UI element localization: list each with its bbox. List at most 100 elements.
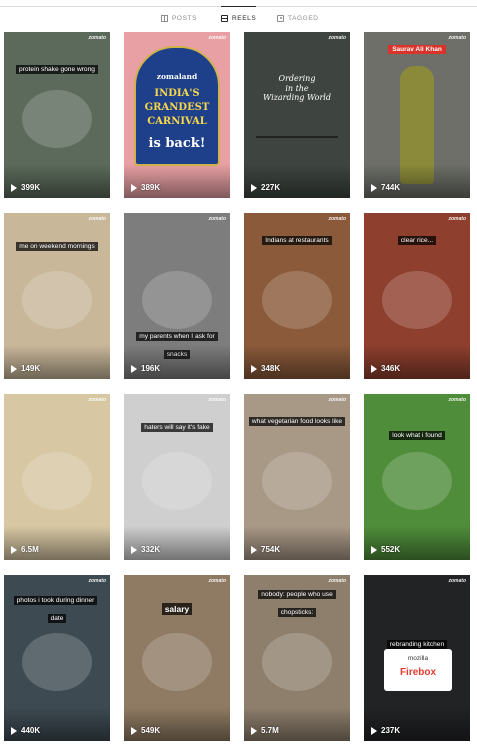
view-count: 744K <box>371 183 400 192</box>
reel-tile[interactable]: haters will say it's fake zomato 332K <box>124 394 230 560</box>
shop-sign-line: Ordering <box>278 74 316 83</box>
view-count: 348K <box>251 364 280 373</box>
brand-watermark: zomato <box>448 578 467 584</box>
view-count: 5.7M <box>251 726 279 735</box>
view-count-text: 332K <box>141 545 161 554</box>
reel-caption-text: clear rice... <box>397 236 437 245</box>
reel-caption-text: rebranding kitchen <box>386 640 448 649</box>
reel-tile[interactable]: zomato 6.5M <box>4 394 110 560</box>
poster-text: zomaland <box>156 72 198 81</box>
food-plate <box>262 271 332 329</box>
tab-reels[interactable]: REELS <box>221 6 257 30</box>
name-tag: Saurav Ali Khan <box>364 45 470 54</box>
food-plate <box>142 271 212 329</box>
bottom-gradient <box>124 345 230 379</box>
reel-tile[interactable]: Ordering in the Wizarding World zomato 227K <box>244 32 350 198</box>
view-count-text: 149K <box>21 364 41 373</box>
reel-caption-text: photos i took during dinner date <box>13 596 98 623</box>
bottom-gradient <box>4 345 110 379</box>
reel-tile[interactable]: nobody: people who use chopsticks: zomato… <box>244 575 350 741</box>
play-icon <box>11 364 17 373</box>
view-count-text: 399K <box>21 183 41 192</box>
bottom-gradient <box>124 526 230 560</box>
view-count-text: 196K <box>141 364 161 373</box>
view-count: 196K <box>131 364 160 373</box>
reel-tile[interactable]: Indians at restaurants zomato 348K <box>244 213 350 379</box>
tab-tagged-label: TAGGED <box>288 14 319 22</box>
profile-tabs: POSTS REELS TAGGED <box>0 6 477 30</box>
view-count-text: 389K <box>141 183 161 192</box>
display-shelf <box>256 136 338 138</box>
reel-tile[interactable]: zomaland INDIA'S GRANDEST CARNIVAL is back! z… <box>124 32 230 198</box>
view-count-text: 348K <box>261 364 281 373</box>
food-plate <box>262 452 332 510</box>
bottom-gradient <box>364 526 470 560</box>
reel-caption: haters will say it's fake <box>128 416 226 434</box>
view-count-text: 549K <box>141 726 161 735</box>
brand-watermark: zomato <box>208 216 227 222</box>
play-icon <box>131 726 137 735</box>
food-plate <box>22 452 92 510</box>
food-plate <box>22 633 92 691</box>
reel-caption-text: me on weekend mornings <box>16 242 98 251</box>
shop-sign-line: in the <box>285 83 309 93</box>
poster-text: CARNIVAL <box>147 116 207 127</box>
view-count-text: 552K <box>381 545 401 554</box>
reel-tile[interactable]: mozilla Firebox rebranding kitchen zomato 23… <box>364 575 470 741</box>
name-tag-text: Saurav Ali Khan <box>388 45 446 54</box>
reel-tile[interactable]: my parents when I ask for snackszomato19… <box>124 213 230 379</box>
brand-watermark: zomato <box>208 35 227 41</box>
tab-posts[interactable]: POSTS <box>161 6 197 30</box>
reel-caption: clear rice... <box>368 229 466 247</box>
play-icon <box>371 183 377 192</box>
reel-caption: me on weekend mornings <box>8 235 106 253</box>
reel-tile[interactable]: what vegetarian food looks like zomato 754… <box>244 394 350 560</box>
reel-tile[interactable]: protein shake gone wrong zomato 399K <box>4 32 110 198</box>
reel-tile[interactable]: Saurav Ali Khan zomato 744K <box>364 32 470 198</box>
brand-watermark: zomato <box>328 216 347 222</box>
brand-watermark: zomato <box>448 35 467 41</box>
reels-grid: protein shake gone wrong zomato 399K zomala… <box>4 32 471 741</box>
firebox-brand: mozilla <box>407 655 429 662</box>
reel-caption: nobody: people who use chopsticks: <box>248 583 346 619</box>
shop-sign: Ordering in the Wizarding World <box>252 74 342 103</box>
poster-text: is back! <box>148 136 206 151</box>
play-icon <box>251 726 257 735</box>
reel-caption: photos i took during dinner date <box>8 589 106 625</box>
reel-caption-text: nobody: people who use chopsticks: <box>258 590 336 617</box>
play-icon <box>131 364 137 373</box>
play-icon <box>11 183 17 192</box>
poster-text: INDIA'S <box>154 88 200 99</box>
reel-caption: look what i found <box>368 424 466 442</box>
reel-tile[interactable]: look what i found zomato 552K <box>364 394 470 560</box>
reel-caption-text: salary <box>161 603 193 615</box>
reel-caption-text: protein shake gone wrong <box>16 65 98 74</box>
bottom-gradient <box>364 707 470 741</box>
poster-text: GRANDEST <box>144 102 210 113</box>
view-count: 332K <box>131 545 160 554</box>
bottom-gradient <box>124 707 230 741</box>
food-plate <box>262 633 332 691</box>
bottom-gradient <box>244 707 350 741</box>
brand-watermark: zomato <box>208 578 227 584</box>
brand-watermark: zomato <box>448 397 467 403</box>
view-count: 237K <box>371 726 400 735</box>
brand-watermark: zomato <box>328 35 347 41</box>
play-icon <box>371 545 377 554</box>
reel-tile[interactable]: salary zomato 549K <box>124 575 230 741</box>
reel-tile[interactable]: photos i took during dinner date zomato 44… <box>4 575 110 741</box>
reel-tile[interactable]: clear rice... zomato 346K <box>364 213 470 379</box>
view-count-text: 5.7M <box>261 726 279 735</box>
view-count-text: 754K <box>261 545 281 554</box>
tab-tagged[interactable]: TAGGED <box>277 6 319 30</box>
brand-watermark: zomato <box>448 216 467 222</box>
bottom-gradient <box>4 707 110 741</box>
bottom-gradient <box>244 164 350 198</box>
reel-caption-text: Indians at restaurants <box>262 236 332 245</box>
food-plate <box>142 633 212 691</box>
bottom-gradient <box>244 526 350 560</box>
reel-tile[interactable]: me on weekend mornings zomato 149K <box>4 213 110 379</box>
brand-watermark: zomato <box>208 397 227 403</box>
play-icon <box>251 183 257 192</box>
brand-watermark: zomato <box>88 35 107 41</box>
